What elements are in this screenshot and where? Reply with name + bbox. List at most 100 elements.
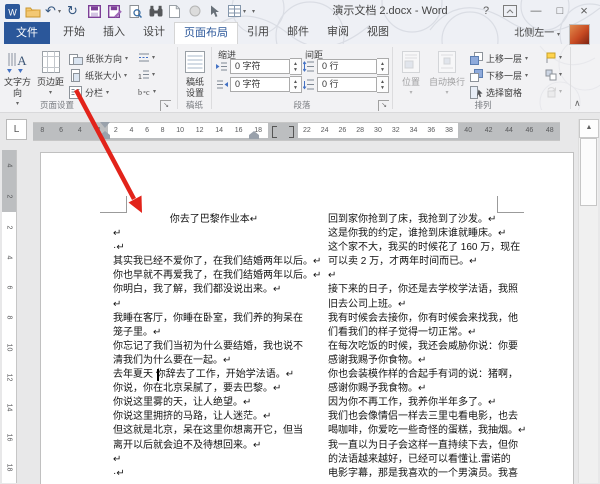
- space-before-spinner[interactable]: ▲▼: [377, 58, 389, 75]
- margins-button[interactable]: 页边距 ▾: [35, 47, 66, 107]
- wrap-text-caret: ▾: [428, 89, 466, 96]
- tab-view[interactable]: 视图: [358, 22, 398, 44]
- orientation-button[interactable]: 纸张方向▾: [69, 50, 128, 66]
- group-label-page-setup: 页面设置: [12, 99, 102, 111]
- document-title-line: 你去了巴黎作业本↵: [113, 213, 315, 227]
- text-line: 这个家不大，我买的时候花了 160 万，现在: [328, 241, 530, 255]
- svg-text:c: c: [146, 88, 150, 97]
- space-before-field[interactable]: 0 行 ▲▼: [303, 59, 389, 74]
- tab-page-layout[interactable]: 页面布局: [174, 22, 238, 44]
- position-caret: ▾: [396, 89, 426, 96]
- position-icon: [396, 47, 426, 77]
- send-backward-button[interactable]: 下移一层▾: [470, 67, 528, 83]
- text-line: 电影字幕，那是我喜欢的一个男演员。我喜: [328, 467, 530, 481]
- tab-mailings[interactable]: 邮件: [278, 22, 318, 44]
- column-gap-right-bracket[interactable]: [289, 126, 294, 138]
- scroll-up-button[interactable]: ▲: [579, 119, 599, 138]
- text-line: 们看我们的样子觉得一切正常。↵: [328, 326, 530, 340]
- find-icon[interactable]: [149, 2, 163, 20]
- paper-size-button[interactable]: 纸张大小▾: [69, 67, 127, 83]
- hanging-indent-marker[interactable]: [100, 131, 110, 139]
- word-logo-icon: W: [5, 2, 20, 20]
- line-numbers-icon: 1: [138, 69, 150, 80]
- help-button[interactable]: ?: [474, 0, 498, 22]
- save-icon[interactable]: [88, 2, 101, 20]
- selection-pane-button[interactable]: 选择窗格: [470, 84, 522, 100]
- tab-home[interactable]: 开始: [54, 22, 94, 44]
- avatar[interactable]: [569, 24, 590, 45]
- text-line: 去年夏天 你辞去了工作，开始学法语。↵: [113, 368, 315, 382]
- horizontal-ruler[interactable]: 8642 24681012141618 222426283032343638 4…: [33, 122, 560, 141]
- text-line: 旧去公司上班。↵: [328, 298, 530, 312]
- undo-dropdown-caret[interactable]: ▾: [58, 2, 61, 20]
- indent-right-icon: [216, 79, 228, 90]
- undo-icon[interactable]: ↶: [45, 2, 56, 20]
- account-menu[interactable]: 北侧左一 ▾: [514, 24, 560, 39]
- line-numbers-button[interactable]: 1 ▾: [138, 67, 155, 82]
- group-objects-button[interactable]: ▾: [545, 67, 562, 82]
- text-line: ·↵: [113, 241, 315, 255]
- space-after-spinner[interactable]: ▲▼: [377, 76, 389, 93]
- ribbon-display-options-button[interactable]: [498, 0, 522, 22]
- save-edit-icon[interactable]: [108, 2, 122, 20]
- tab-stop-selector[interactable]: L: [6, 119, 27, 140]
- open-folder-icon[interactable]: [25, 2, 41, 20]
- indent-right-spinner[interactable]: ▲▼: [290, 76, 302, 93]
- breaks-icon: [138, 52, 150, 63]
- wrap-text-button[interactable]: 自动换行 ▾: [428, 47, 466, 107]
- table-grid-icon[interactable]: [228, 2, 241, 20]
- page-setup-dialog-launcher[interactable]: ↘: [160, 100, 171, 111]
- indent-left-field[interactable]: 0 字符 ▲▼: [216, 59, 302, 74]
- column-gap-left-bracket[interactable]: [272, 126, 277, 138]
- paper-size-icon: [69, 69, 82, 82]
- breaks-button[interactable]: ▾: [138, 50, 155, 65]
- position-button[interactable]: 位置 ▾: [396, 47, 426, 107]
- rotate-objects-button[interactable]: ▾: [545, 84, 562, 99]
- text-line: 你说，你在北京呆腻了，要去巴黎。↵: [113, 382, 315, 396]
- tab-design[interactable]: 设计: [134, 22, 174, 44]
- right-indent-marker[interactable]: [249, 131, 259, 139]
- indent-left-spinner[interactable]: ▲▼: [290, 58, 302, 75]
- collapse-ribbon-button[interactable]: ∧: [574, 98, 581, 109]
- redo-icon[interactable]: ↻: [67, 2, 78, 20]
- table-grid-caret[interactable]: ▾: [243, 2, 246, 20]
- indent-right-field[interactable]: 0 字符 ▲▼: [216, 77, 302, 92]
- manuscript-settings-button[interactable]: 稿纸 设置: [181, 47, 209, 107]
- align-objects-icon: [545, 52, 557, 64]
- text-line: 但这就是北京，呆在这里你想离开它，但当: [113, 424, 315, 438]
- tab-file[interactable]: 文件: [4, 22, 50, 44]
- vruler-body: 24681012141618: [2, 212, 16, 483]
- text-direction-button[interactable]: A 文字方向 ▾: [2, 47, 33, 107]
- close-button[interactable]: ×: [572, 0, 596, 22]
- print-preview-icon[interactable]: [129, 2, 142, 20]
- maximize-button[interactable]: □: [548, 0, 572, 22]
- vertical-ruler[interactable]: 42 24681012141618: [2, 150, 17, 483]
- group-label-paragraph: 段落: [212, 99, 392, 111]
- bring-forward-button[interactable]: 上移一层▾: [470, 50, 528, 66]
- vertical-scrollbar[interactable]: ▲: [578, 119, 598, 483]
- send-backward-icon: [470, 69, 483, 82]
- account-caret-icon: ▾: [557, 32, 560, 38]
- tab-insert[interactable]: 插入: [94, 22, 134, 44]
- svg-text:1: 1: [138, 74, 142, 80]
- columns-button[interactable]: 分栏▾: [69, 84, 109, 100]
- space-after-field[interactable]: 0 行 ▲▼: [303, 77, 389, 92]
- paragraph-dialog-launcher[interactable]: ↘: [378, 100, 389, 111]
- text-direction-icon: A: [2, 47, 33, 77]
- ruler-column1: 24681012141618: [108, 123, 268, 138]
- text-line: 感谢我赐予你食物。↵: [328, 354, 530, 368]
- ruler-right-margin: 4042444648: [458, 123, 560, 138]
- hyphenation-button[interactable]: bc ▾: [138, 84, 156, 99]
- text-line: 接下来的日子，你还是去学校学法语，我照: [328, 283, 530, 297]
- scrollbar-thumb[interactable]: [580, 138, 597, 206]
- minimize-button[interactable]: —: [524, 0, 548, 22]
- first-line-indent-marker[interactable]: [100, 122, 110, 128]
- tab-references[interactable]: 引用: [238, 22, 278, 44]
- tab-review[interactable]: 审阅: [318, 22, 358, 44]
- new-document-icon[interactable]: [169, 2, 180, 20]
- record-icon: [189, 2, 201, 20]
- text-line: 你也早就不再爱我了，在我们结婚两年以后。↵: [113, 269, 315, 283]
- align-objects-button[interactable]: ▾: [545, 50, 562, 65]
- text-line: 因为你不再工作，我养你半年多了。↵: [328, 396, 530, 410]
- touch-mode-icon[interactable]: [208, 2, 220, 20]
